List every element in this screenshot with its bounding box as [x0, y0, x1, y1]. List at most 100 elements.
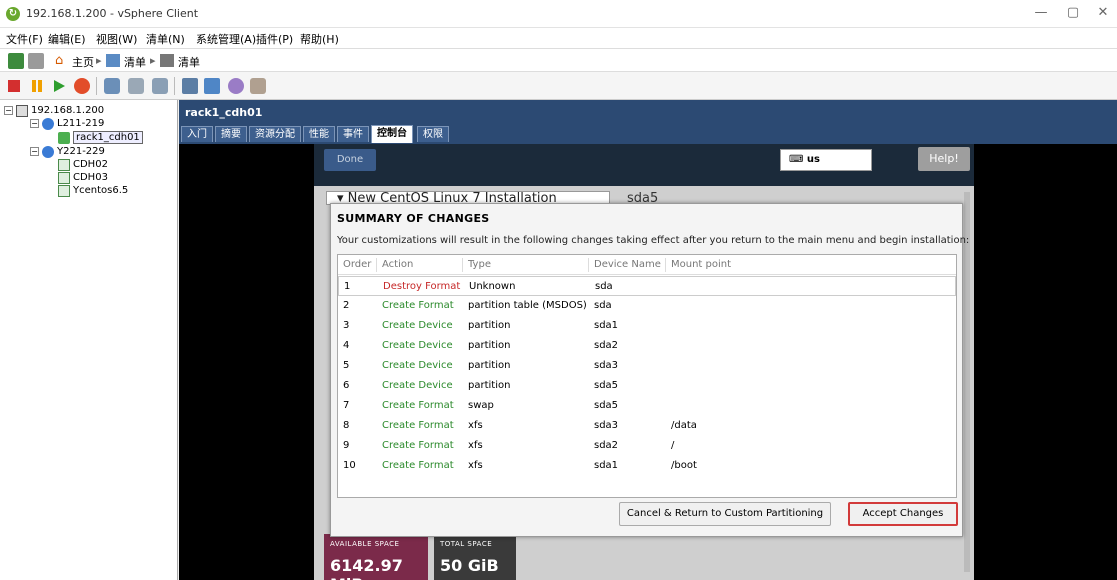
col-order[interactable]: Order: [343, 259, 371, 270]
cell-device: sda5: [594, 400, 619, 411]
table-row[interactable]: 9 Create Format xfs sda2 /: [338, 436, 956, 456]
tree-vm-cdh03[interactable]: CDH03: [58, 171, 108, 184]
accept-changes-button[interactable]: Accept Changes: [848, 502, 958, 526]
installer-scrollbar[interactable]: [964, 192, 970, 572]
changes-table: Order Action Type Device Name Mount poin…: [337, 254, 957, 498]
cell-order: 4: [343, 340, 350, 351]
cell-type: partition: [468, 340, 511, 351]
snapshot-icon[interactable]: [104, 78, 120, 94]
migrate-icon[interactable]: [228, 78, 244, 94]
cell-device: sda1: [594, 460, 619, 471]
col-type[interactable]: Type: [468, 259, 491, 270]
tab-permissions[interactable]: 权限: [417, 126, 449, 142]
cell-order: 5: [343, 360, 350, 371]
cell-action: Destroy Format: [383, 281, 461, 292]
back-icon[interactable]: [8, 53, 24, 69]
toolbar: [0, 72, 1117, 100]
cell-order: 1: [344, 281, 351, 292]
menu-file[interactable]: 文件(F): [6, 31, 43, 47]
menu-plugins[interactable]: 插件(P): [256, 31, 293, 47]
collapse-icon[interactable]: −: [30, 119, 39, 128]
menu-administration[interactable]: 系统管理(A): [196, 31, 256, 47]
tab-summary[interactable]: 摘要: [215, 126, 247, 142]
cancel-return-button[interactable]: Cancel & Return to Custom Partitioning: [619, 502, 831, 526]
resource-pool-icon: [42, 117, 54, 130]
col-device-name[interactable]: Device Name: [594, 259, 661, 270]
power-on-icon[interactable]: [52, 79, 66, 93]
table-row[interactable]: 4 Create Device partition sda2: [338, 336, 956, 356]
vm-icon: [58, 158, 70, 171]
tab-events[interactable]: 事件: [337, 126, 369, 142]
home-icon: ⌂: [55, 53, 64, 68]
tab-performance[interactable]: 性能: [303, 126, 335, 142]
vm-icon: [58, 184, 70, 197]
vsphere-logo-icon: ↻: [6, 7, 20, 21]
cell-action: Create Device: [382, 380, 453, 391]
close-button[interactable]: ✕: [1092, 4, 1114, 22]
keyboard-layout-indicator[interactable]: ⌨ us: [780, 149, 872, 171]
resource-pool-icon: [42, 145, 54, 158]
cell-order: 6: [343, 380, 350, 391]
table-row[interactable]: 3 Create Device partition sda1: [338, 316, 956, 336]
tab-console[interactable]: 控制台: [371, 125, 413, 143]
table-row[interactable]: 2 Create Format partition table (MSDOS) sda: [338, 296, 956, 316]
window-title: 192.168.1.200 - vSphere Client: [26, 7, 199, 20]
col-action[interactable]: Action: [382, 259, 413, 270]
summary-of-changes-dialog: SUMMARY OF CHANGES Your customizations w…: [330, 203, 969, 537]
cell-type: Unknown: [469, 281, 516, 292]
edit-settings-icon[interactable]: [204, 78, 220, 94]
table-row[interactable]: 1 Destroy Format Unknown sda: [338, 276, 956, 296]
table-row[interactable]: 8 Create Format xfs sda3/data: [338, 416, 956, 436]
tab-getting-started[interactable]: 入门: [181, 126, 213, 142]
dialog-description: Your customizations will result in the f…: [337, 235, 970, 246]
cell-type: xfs: [468, 440, 483, 451]
vm-name: rack1_cdh01: [185, 106, 263, 119]
done-button[interactable]: Done: [324, 149, 376, 171]
menu-help[interactable]: 帮助(H): [300, 31, 339, 47]
suspend-icon[interactable]: [30, 79, 44, 93]
tree-group-y221[interactable]: − Y221-229: [30, 145, 105, 158]
forward-icon[interactable]: [28, 53, 44, 69]
nav-home-link[interactable]: 主页: [72, 54, 94, 70]
cell-order: 3: [343, 320, 350, 331]
restore-button[interactable]: ▢: [1062, 4, 1084, 22]
nav-inventory-list-link[interactable]: 清单: [178, 54, 200, 70]
cell-action: Create Format: [382, 400, 454, 411]
reset-icon[interactable]: [74, 78, 90, 94]
table-row[interactable]: 10 Create Format xfs sda1/boot: [338, 456, 956, 476]
host-icon: [16, 104, 28, 117]
collapse-icon[interactable]: −: [30, 147, 39, 156]
tree-vm-rack1-cdh01[interactable]: rack1_cdh01: [58, 131, 143, 144]
cell-action: Create Format: [382, 420, 454, 431]
nav-inventory-link[interactable]: 清单: [124, 54, 146, 70]
table-row[interactable]: 6 Create Device partition sda5: [338, 376, 956, 396]
available-space-value: 6142.97 MiB: [330, 556, 403, 580]
menu-edit[interactable]: 编辑(E): [48, 31, 86, 47]
cell-mount: /boot: [671, 460, 697, 471]
available-space-box: AVAILABLE SPACE 6142.97 MiB: [324, 534, 428, 580]
minimize-button[interactable]: —: [1030, 4, 1052, 22]
tree-host[interactable]: −192.168.1.200: [4, 104, 104, 117]
snapshot-manager-icon[interactable]: [152, 78, 168, 94]
tree-vm-ycentos[interactable]: Ycentos6.5: [58, 184, 128, 197]
table-row[interactable]: 7 Create Format swap sda5: [338, 396, 956, 416]
menu-inventory[interactable]: 清单(N): [146, 31, 185, 47]
collapse-icon[interactable]: −: [4, 106, 13, 115]
keyboard-icon: ⌨: [789, 154, 807, 165]
menu-view[interactable]: 视图(W): [96, 31, 137, 47]
revert-snapshot-icon[interactable]: [128, 78, 144, 94]
total-space-value: 50 GiB: [440, 556, 499, 575]
console-icon[interactable]: [182, 78, 198, 94]
table-row[interactable]: 5 Create Device partition sda3: [338, 356, 956, 376]
power-off-icon[interactable]: [8, 80, 20, 92]
clone-icon[interactable]: [250, 78, 266, 94]
cell-device: sda: [595, 281, 613, 292]
total-space-box: TOTAL SPACE 50 GiB: [434, 534, 516, 580]
help-button[interactable]: Help!: [918, 147, 970, 171]
col-mount-point[interactable]: Mount point: [671, 259, 731, 270]
cell-action: Create Device: [382, 360, 453, 371]
tab-resource-allocation[interactable]: 资源分配: [249, 126, 301, 142]
tree-vm-cdh02[interactable]: CDH02: [58, 158, 108, 171]
title-bar: ↻ 192.168.1.200 - vSphere Client — ▢ ✕: [0, 0, 1117, 28]
tree-group-l211[interactable]: − L211-219: [30, 117, 104, 130]
